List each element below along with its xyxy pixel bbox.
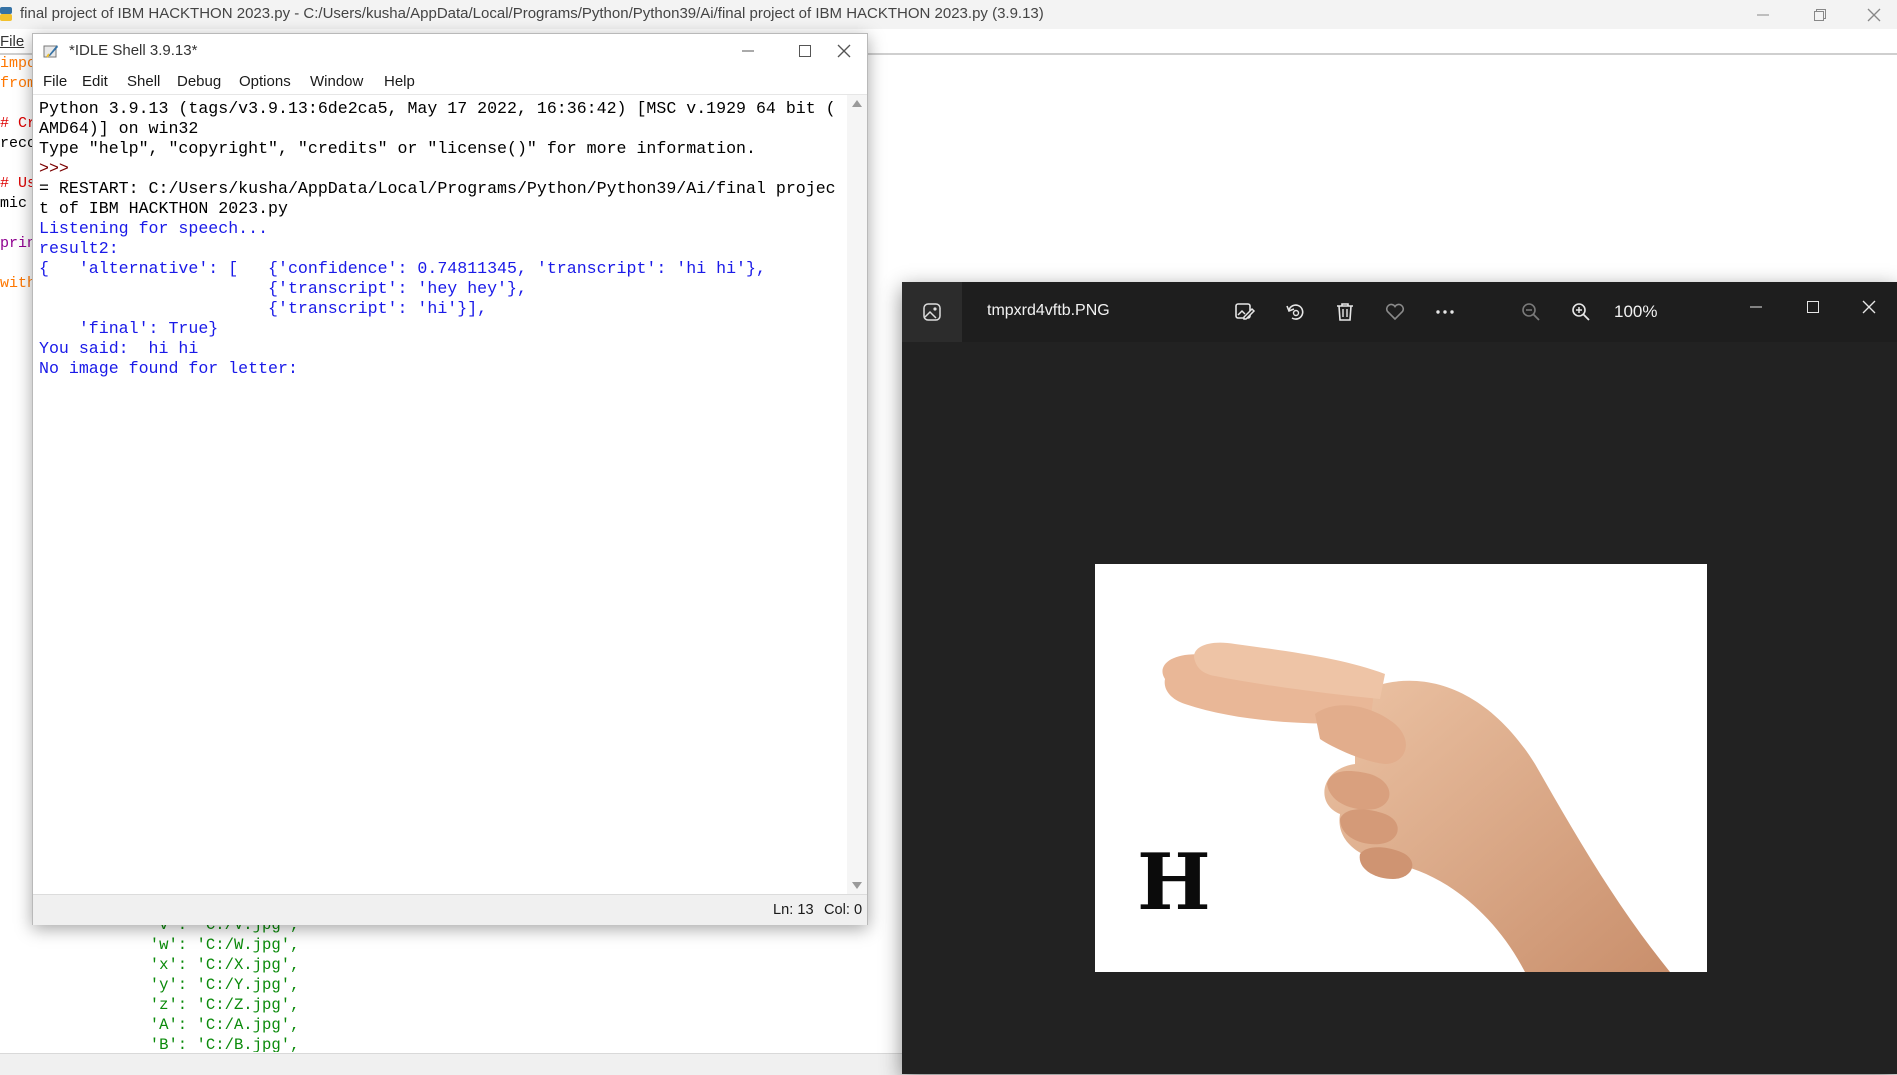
python-file-icon bbox=[0, 7, 12, 21]
shell-output-line: result2: bbox=[39, 239, 119, 258]
edit-image-icon bbox=[1235, 303, 1256, 320]
shell-output-line: Listening for speech... bbox=[39, 219, 269, 238]
idle-feather-icon bbox=[43, 45, 58, 58]
shell-output-line: { 'alternative': [ {'confidence': 0.7481… bbox=[39, 259, 766, 278]
idle-minimize-button[interactable] bbox=[725, 34, 771, 68]
zoom-in-icon bbox=[1572, 303, 1590, 321]
sign-language-letter-image: H bbox=[1095, 564, 1707, 972]
zoom-out-button[interactable] bbox=[1517, 298, 1545, 326]
idle-menubar: File Edit Shell Debug Options Window Hel… bbox=[33, 68, 867, 95]
idle-shell-window: *IDLE Shell 3.9.13* File Edit Shell Debu… bbox=[32, 33, 868, 925]
editor-code-line: 'w': 'C:/W.jpg', bbox=[0, 936, 300, 954]
close-icon bbox=[1862, 300, 1876, 314]
idle-menu-file[interactable]: File bbox=[43, 73, 67, 90]
idle-scrollbar[interactable] bbox=[847, 95, 867, 894]
shell-output-line: No image found for letter: bbox=[39, 359, 298, 378]
shell-output-line: = RESTART: C:/Users/kusha/AppData/Local/… bbox=[39, 179, 836, 198]
scroll-up-arrow-icon[interactable] bbox=[852, 99, 862, 107]
shell-output-line: AMD64)] on win32 bbox=[39, 119, 199, 138]
restore-icon bbox=[1814, 8, 1826, 21]
shell-output-line: t of IBM HACKTHON 2023.py bbox=[39, 199, 288, 218]
rotate-button[interactable] bbox=[1281, 298, 1309, 326]
idle-shell-lines: Python 3.9.13 (tags/v3.9.13:6de2ca5, May… bbox=[39, 99, 836, 379]
editor-titlebar: final project of IBM HACKTHON 2023.py - … bbox=[0, 0, 1897, 29]
scroll-down-arrow-icon[interactable] bbox=[852, 882, 862, 890]
photo-canvas[interactable]: H bbox=[902, 342, 1897, 1074]
close-icon bbox=[1867, 8, 1881, 21]
photos-minimize-button[interactable] bbox=[1736, 292, 1776, 322]
shell-output-line: {'transcript': 'hi'}], bbox=[39, 299, 488, 318]
idle-menu-shell[interactable]: Shell bbox=[127, 73, 160, 90]
favorite-button[interactable] bbox=[1381, 298, 1409, 326]
idle-menu-edit[interactable]: Edit bbox=[82, 73, 108, 90]
gallery-button[interactable] bbox=[902, 282, 962, 342]
editor-restore-button[interactable] bbox=[1797, 0, 1843, 29]
line-number-indicator: Ln: 13 bbox=[773, 902, 814, 918]
more-icon bbox=[1436, 310, 1454, 314]
photos-close-button[interactable] bbox=[1849, 292, 1889, 322]
editor-code-line: 'x': 'C:/X.jpg', bbox=[0, 956, 300, 974]
idle-titlebar: *IDLE Shell 3.9.13* bbox=[33, 34, 867, 68]
delete-icon bbox=[1337, 303, 1353, 321]
maximize-icon bbox=[1807, 301, 1819, 313]
zoom-level[interactable]: 100% bbox=[1614, 302, 1657, 322]
zoom-out-icon bbox=[1522, 303, 1540, 321]
rotate-icon bbox=[1286, 304, 1304, 320]
shell-output-line: {'transcript': 'hey hey'}, bbox=[39, 279, 527, 298]
delete-button[interactable] bbox=[1331, 298, 1359, 326]
zoom-in-button[interactable] bbox=[1567, 298, 1595, 326]
image-letter-label: H bbox=[1137, 837, 1211, 928]
editor-title: final project of IBM HACKTHON 2023.py - … bbox=[20, 5, 1044, 22]
editor-minimize-button[interactable] bbox=[1740, 0, 1786, 29]
photos-viewer-window: tmpxrd4vftb.PNG 100% H bbox=[902, 282, 1897, 1074]
shell-output-line: You said: hi hi bbox=[39, 339, 199, 358]
editor-close-button[interactable] bbox=[1851, 0, 1897, 29]
photos-titlebar: tmpxrd4vftb.PNG 100% bbox=[902, 282, 1897, 342]
photo-filename: tmpxrd4vftb.PNG bbox=[987, 302, 1110, 319]
idle-title: *IDLE Shell 3.9.13* bbox=[69, 42, 198, 59]
shell-output-line: Type "help", "copyright", "credits" or "… bbox=[39, 139, 756, 158]
favorite-icon bbox=[1385, 303, 1405, 321]
gallery-icon bbox=[923, 303, 941, 321]
idle-menu-window[interactable]: Window bbox=[310, 73, 363, 90]
photos-maximize-button[interactable] bbox=[1793, 292, 1833, 322]
maximize-icon bbox=[799, 45, 811, 57]
edit-image-button[interactable] bbox=[1231, 298, 1259, 326]
editor-menu-file[interactable]: File bbox=[0, 33, 24, 50]
editor-code-line: 'z': 'C:/Z.jpg', bbox=[0, 996, 300, 1014]
editor-code-line: 'B': 'C:/B.jpg', bbox=[0, 1036, 300, 1052]
shell-output-line: >>> bbox=[39, 159, 79, 178]
editor-code-line: 'y': 'C:/Y.jpg', bbox=[0, 976, 300, 994]
idle-menu-help[interactable]: Help bbox=[384, 73, 415, 90]
idle-statusbar: Ln: 13 Col: 0 bbox=[33, 894, 867, 925]
column-number-indicator: Col: 0 bbox=[824, 902, 863, 918]
minimize-icon bbox=[742, 50, 754, 52]
minimize-icon bbox=[1757, 14, 1769, 15]
shell-output-line: 'final': True} bbox=[39, 319, 219, 338]
editor-code-visible-bottom[interactable]: 'v': 'C:/V.jpg', 'w': 'C:/W.jpg', 'x': '… bbox=[0, 915, 900, 1052]
idle-shell-output[interactable]: Python 3.9.13 (tags/v3.9.13:6de2ca5, May… bbox=[33, 95, 847, 894]
close-icon bbox=[837, 44, 851, 58]
idle-close-button[interactable] bbox=[821, 34, 867, 68]
more-options-button[interactable] bbox=[1431, 298, 1459, 326]
idle-menu-options[interactable]: Options bbox=[239, 73, 291, 90]
editor-code-line: 'A': 'C:/A.jpg', bbox=[0, 1016, 300, 1034]
idle-menu-debug[interactable]: Debug bbox=[177, 73, 221, 90]
minimize-icon bbox=[1750, 306, 1762, 308]
shell-output-line: Python 3.9.13 (tags/v3.9.13:6de2ca5, May… bbox=[39, 99, 836, 118]
